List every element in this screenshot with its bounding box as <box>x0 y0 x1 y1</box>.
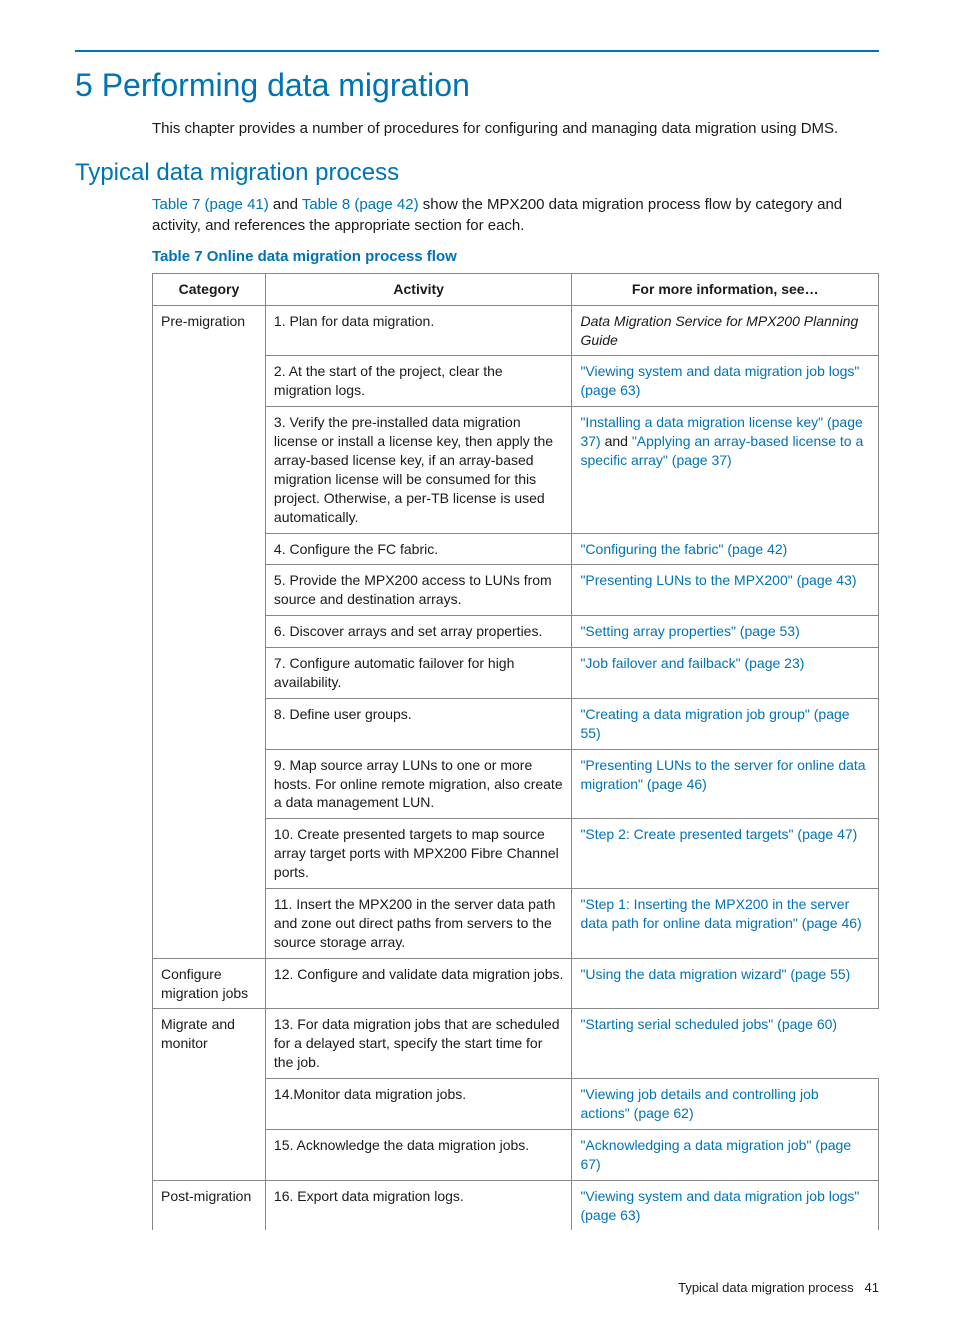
cell-info: "Setting array properties" (page 53) <box>572 616 879 648</box>
cell-info: "Acknowledging a data migration job" (pa… <box>572 1129 879 1180</box>
table-row: 5. Provide the MPX200 access to LUNs fro… <box>153 565 879 616</box>
info-link[interactable]: "Viewing system and data migration job l… <box>580 363 859 398</box>
cell-activity: 15. Acknowledge the data migration jobs. <box>265 1129 572 1180</box>
info-link[interactable]: "Configuring the fabric" (page 42) <box>580 541 787 557</box>
cell-category-empty <box>153 889 266 959</box>
table-row: Configure migration jobs 12. Configure a… <box>153 958 879 1009</box>
cell-info: "Step 2: Create presented targets" (page… <box>572 819 879 889</box>
info-link[interactable]: "Setting array properties" (page 53) <box>580 623 799 639</box>
info-link[interactable]: "Presenting LUNs to the server for onlin… <box>580 757 865 792</box>
info-link[interactable]: "Job failover and failback" (page 23) <box>580 655 804 671</box>
cell-info: "Using the data migration wizard" (page … <box>572 958 879 1009</box>
info-link[interactable]: "Step 1: Inserting the MPX200 in the ser… <box>580 896 861 931</box>
table-row: Migrate and monitor 13. For data migrati… <box>153 1009 879 1079</box>
cell-category-empty <box>153 1079 266 1130</box>
cell-category-empty <box>153 565 266 616</box>
cell-activity: 2. At the start of the project, clear th… <box>265 356 572 407</box>
cell-activity: 4. Configure the FC fabric. <box>265 533 572 565</box>
cell-activity: 13. For data migration jobs that are sch… <box>265 1009 572 1079</box>
cell-info: "Step 1: Inserting the MPX200 in the ser… <box>572 889 879 959</box>
chapter-intro: This chapter provides a number of proced… <box>152 119 879 139</box>
link-table-7[interactable]: Table 7 (page 41) <box>152 196 269 213</box>
table-row: 14.Monitor data migration jobs. "Viewing… <box>153 1079 879 1130</box>
table-row: 15. Acknowledge the data migration jobs.… <box>153 1129 879 1180</box>
process-flow-table: Category Activity For more information, … <box>152 273 879 1231</box>
cell-activity: 1. Plan for data migration. <box>265 305 572 356</box>
cell-category: Migrate and monitor <box>153 1009 266 1079</box>
header-info: For more information, see… <box>572 273 879 305</box>
table-row: 11. Insert the MPX200 in the server data… <box>153 889 879 959</box>
footer-text: Typical data migration process <box>678 1280 854 1295</box>
cell-activity: 9. Map source array LUNs to one or more … <box>265 749 572 819</box>
info-link[interactable]: "Viewing job details and controlling job… <box>580 1086 818 1121</box>
table-row: 2. At the start of the project, clear th… <box>153 356 879 407</box>
section-intro: Table 7 (page 41) and Table 8 (page 42) … <box>152 195 879 236</box>
info-link[interactable]: "Using the data migration wizard" (page … <box>580 966 850 982</box>
table-row: Pre-migration 1. Plan for data migration… <box>153 305 879 356</box>
cell-activity: 12. Configure and validate data migratio… <box>265 958 572 1009</box>
cell-info: "Presenting LUNs to the server for onlin… <box>572 749 879 819</box>
info-link[interactable]: "Presenting LUNs to the MPX200" (page 43… <box>580 572 856 588</box>
cell-category-empty <box>153 616 266 648</box>
info-link[interactable]: "Acknowledging a data migration job" (pa… <box>580 1137 851 1172</box>
info-link[interactable]: "Step 2: Create presented targets" (page… <box>580 826 857 842</box>
cell-activity: 6. Discover arrays and set array propert… <box>265 616 572 648</box>
cell-activity: 11. Insert the MPX200 in the server data… <box>265 889 572 959</box>
info-link[interactable]: "Starting serial scheduled jobs" (page 6… <box>580 1016 837 1032</box>
table-title: Table 7 Online data migration process fl… <box>152 248 879 265</box>
header-category: Category <box>153 273 266 305</box>
cell-info: "Viewing system and data migration job l… <box>572 1180 879 1230</box>
chapter-title: 5 Performing data migration <box>75 67 879 104</box>
page-footer: Typical data migration process 41 <box>75 1280 879 1295</box>
cell-activity: 7. Configure automatic failover for high… <box>265 648 572 699</box>
link-table-8[interactable]: Table 8 (page 42) <box>302 196 419 213</box>
top-rule <box>75 50 879 52</box>
cell-info: "Presenting LUNs to the MPX200" (page 43… <box>572 565 879 616</box>
cell-activity: 16. Export data migration logs. <box>265 1180 572 1230</box>
table-row: Post-migration 16. Export data migration… <box>153 1180 879 1230</box>
info-link[interactable]: "Viewing system and data migration job l… <box>580 1188 859 1223</box>
table-row: 4. Configure the FC fabric. "Configuring… <box>153 533 879 565</box>
info-italic: Data Migration Service for MPX200 Planni… <box>580 313 858 348</box>
cell-info: "Configuring the fabric" (page 42) <box>572 533 879 565</box>
table-row: 10. Create presented targets to map sour… <box>153 819 879 889</box>
table-row: 8. Define user groups. "Creating a data … <box>153 698 879 749</box>
cell-category: Pre-migration <box>153 305 266 356</box>
cell-info: "Viewing job details and controlling job… <box>572 1079 879 1130</box>
section-title: Typical data migration process <box>75 159 879 187</box>
info-link[interactable]: "Creating a data migration job group" (p… <box>580 706 849 741</box>
table-row: 9. Map source array LUNs to one or more … <box>153 749 879 819</box>
cell-info: Data Migration Service for MPX200 Planni… <box>572 305 879 356</box>
cell-info: "Starting serial scheduled jobs" (page 6… <box>572 1009 879 1079</box>
cell-info: "Creating a data migration job group" (p… <box>572 698 879 749</box>
cell-category-empty <box>153 533 266 565</box>
cell-activity: 14.Monitor data migration jobs. <box>265 1079 572 1130</box>
cell-category-empty <box>153 407 266 533</box>
cell-activity: 5. Provide the MPX200 access to LUNs fro… <box>265 565 572 616</box>
cell-activity: 3. Verify the pre-installed data migrati… <box>265 407 572 533</box>
cell-category-empty <box>153 819 266 889</box>
cell-info: "Viewing system and data migration job l… <box>572 356 879 407</box>
header-activity: Activity <box>265 273 572 305</box>
cell-info: "Job failover and failback" (page 23) <box>572 648 879 699</box>
section-intro-mid1: and <box>269 196 302 213</box>
cell-category-empty <box>153 749 266 819</box>
table-row: 3. Verify the pre-installed data migrati… <box>153 407 879 533</box>
cell-category-empty <box>153 648 266 699</box>
cell-category: Configure migration jobs <box>153 958 266 1009</box>
cell-info: "Installing a data migration license key… <box>572 407 879 533</box>
cell-category-empty <box>153 698 266 749</box>
cell-activity: 8. Define user groups. <box>265 698 572 749</box>
cell-category-empty <box>153 1129 266 1180</box>
info-mid: and <box>601 433 632 449</box>
footer-page: 41 <box>865 1280 879 1295</box>
cell-activity: 10. Create presented targets to map sour… <box>265 819 572 889</box>
cell-category-empty <box>153 356 266 407</box>
table-row: 6. Discover arrays and set array propert… <box>153 616 879 648</box>
cell-category: Post-migration <box>153 1180 266 1230</box>
table-header-row: Category Activity For more information, … <box>153 273 879 305</box>
table-row: 7. Configure automatic failover for high… <box>153 648 879 699</box>
